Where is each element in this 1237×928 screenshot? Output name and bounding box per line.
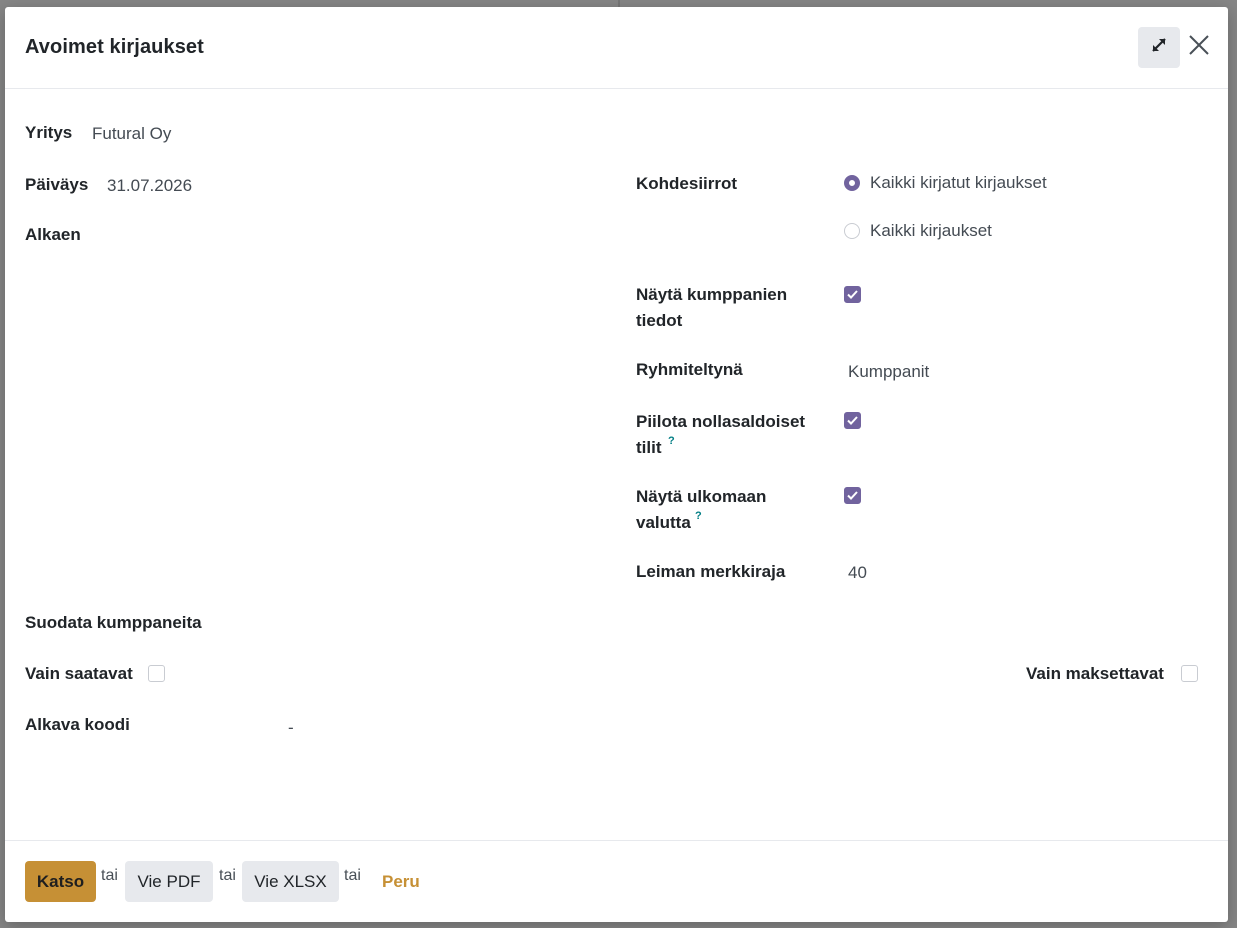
- hide-zero-help-icon[interactable]: ?: [668, 435, 675, 447]
- hide-zero-accounts-label-line2: tilit: [636, 438, 662, 457]
- dialog: Avoimet kirjaukset Yritys Futural Oy Päi…: [5, 7, 1228, 922]
- date-field[interactable]: 31.07.2026: [107, 173, 192, 199]
- export-xlsx-button[interactable]: Vie XLSX: [242, 861, 339, 902]
- show-foreign-currency-checkbox[interactable]: [844, 487, 861, 504]
- check-icon: [847, 416, 858, 425]
- hide-zero-accounts-label: Piilota nollasaldoiset tilit: [636, 409, 805, 461]
- date-label: Päiväys: [25, 175, 89, 194]
- hide-zero-accounts-label-line1: Piilota nollasaldoiset: [636, 412, 806, 431]
- show-partner-details-label: Näytä kumppanien tiedot: [636, 282, 787, 334]
- close-icon: [1188, 34, 1210, 61]
- show-partner-details-label-line2: tiedot: [636, 311, 683, 330]
- grouped-by-label: Ryhmiteltynä: [636, 360, 743, 379]
- from-label: Alkaen: [25, 225, 81, 244]
- only-payables-label: Vain maksettavat: [1026, 664, 1164, 683]
- show-partner-details-label-line1: Näytä kumppanien: [636, 285, 788, 304]
- foreign-currency-help-icon[interactable]: ?: [695, 510, 702, 522]
- separator-or: tai: [101, 867, 118, 884]
- check-icon: [847, 290, 858, 299]
- check-icon: [847, 491, 858, 500]
- label-char-limit-field[interactable]: 40: [848, 560, 867, 586]
- separator-or: tai: [344, 867, 361, 884]
- dialog-title: Avoimet kirjaukset: [25, 36, 204, 58]
- company-field[interactable]: Futural Oy: [92, 121, 171, 147]
- only-receivables-checkbox[interactable]: [148, 665, 165, 682]
- close-button[interactable]: [1185, 33, 1213, 61]
- grouped-by-field[interactable]: Kumppanit: [848, 359, 929, 385]
- label-char-limit-label: Leiman merkkiraja: [636, 562, 786, 581]
- target-moves-label: Kohdesiirrot: [636, 174, 738, 193]
- expand-button[interactable]: [1138, 27, 1180, 68]
- radio-all-posted-label[interactable]: Kaikki kirjatut kirjaukset: [870, 170, 1047, 196]
- dialog-footer: Katso tai Vie PDF tai Vie XLSX tai Peru: [5, 840, 1228, 923]
- cancel-link[interactable]: Peru: [382, 872, 420, 892]
- expand-icon: [1150, 36, 1168, 59]
- only-receivables-label: Vain saatavat: [25, 664, 133, 683]
- export-pdf-button[interactable]: Vie PDF: [125, 861, 213, 902]
- show-foreign-currency-label-line2: valutta: [636, 513, 691, 532]
- hide-zero-accounts-checkbox[interactable]: [844, 412, 861, 429]
- starting-code-label: Alkava koodi: [25, 715, 130, 734]
- starting-code-field[interactable]: -: [288, 715, 294, 741]
- dialog-header: Avoimet kirjaukset: [5, 7, 1228, 89]
- view-button[interactable]: Katso: [25, 861, 96, 902]
- show-foreign-currency-label-line1: Näytä ulkomaan: [636, 487, 767, 506]
- only-payables-checkbox[interactable]: [1181, 665, 1198, 682]
- radio-all-posted[interactable]: [844, 175, 860, 191]
- radio-all-entries-label[interactable]: Kaikki kirjaukset: [870, 218, 992, 244]
- filter-partners-label: Suodata kumppaneita: [25, 613, 202, 632]
- company-label: Yritys: [25, 123, 73, 142]
- separator-or: tai: [219, 867, 236, 884]
- radio-all-entries[interactable]: [844, 223, 860, 239]
- show-partner-details-checkbox[interactable]: [844, 286, 861, 303]
